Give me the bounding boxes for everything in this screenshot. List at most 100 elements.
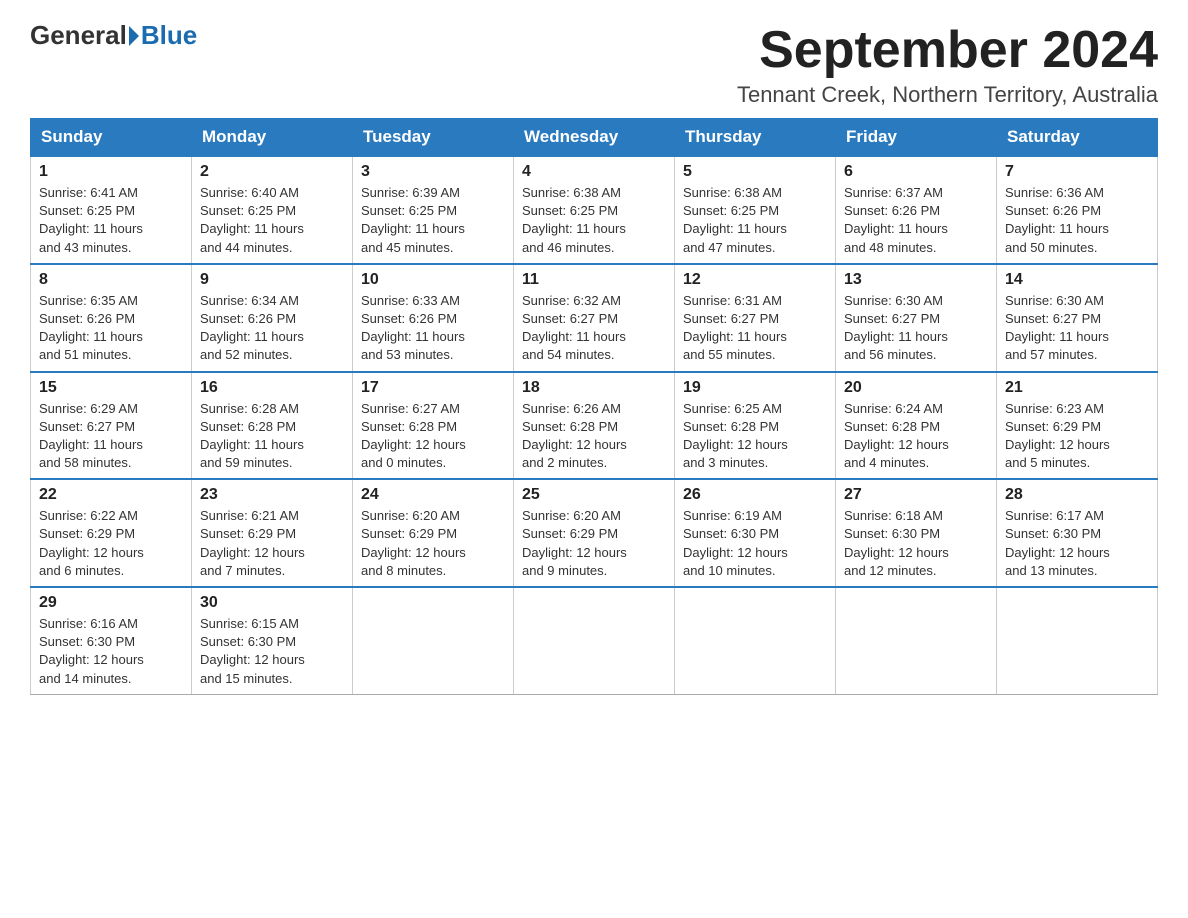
calendar-cell: 26 Sunrise: 6:19 AMSunset: 6:30 PMDaylig… [675,479,836,587]
day-number: 5 [683,163,827,181]
day-info: Sunrise: 6:30 AMSunset: 6:27 PMDaylight:… [1005,293,1109,363]
header-saturday: Saturday [997,119,1158,157]
day-number: 24 [361,486,505,504]
day-number: 8 [39,271,183,289]
day-info: Sunrise: 6:26 AMSunset: 6:28 PMDaylight:… [522,401,627,471]
day-number: 15 [39,379,183,397]
day-info: Sunrise: 6:32 AMSunset: 6:27 PMDaylight:… [522,293,626,363]
day-number: 18 [522,379,666,397]
calendar-title: September 2024 [737,20,1158,80]
calendar-cell: 2 Sunrise: 6:40 AMSunset: 6:25 PMDayligh… [192,156,353,264]
calendar-cell: 29 Sunrise: 6:16 AMSunset: 6:30 PMDaylig… [31,587,192,694]
week-row-3: 15 Sunrise: 6:29 AMSunset: 6:27 PMDaylig… [31,372,1158,480]
day-info: Sunrise: 6:20 AMSunset: 6:29 PMDaylight:… [361,508,466,578]
calendar-cell: 6 Sunrise: 6:37 AMSunset: 6:26 PMDayligh… [836,156,997,264]
calendar-cell: 18 Sunrise: 6:26 AMSunset: 6:28 PMDaylig… [514,372,675,480]
header-monday: Monday [192,119,353,157]
calendar-cell: 4 Sunrise: 6:38 AMSunset: 6:25 PMDayligh… [514,156,675,264]
day-info: Sunrise: 6:33 AMSunset: 6:26 PMDaylight:… [361,293,465,363]
calendar-cell: 14 Sunrise: 6:30 AMSunset: 6:27 PMDaylig… [997,264,1158,372]
calendar-subtitle: Tennant Creek, Northern Territory, Austr… [737,82,1158,108]
week-row-1: 1 Sunrise: 6:41 AMSunset: 6:25 PMDayligh… [31,156,1158,264]
day-info: Sunrise: 6:41 AMSunset: 6:25 PMDaylight:… [39,185,143,255]
page-header: General Blue September 2024 Tennant Cree… [30,20,1158,108]
day-number: 21 [1005,379,1149,397]
day-info: Sunrise: 6:27 AMSunset: 6:28 PMDaylight:… [361,401,466,471]
header-thursday: Thursday [675,119,836,157]
day-info: Sunrise: 6:40 AMSunset: 6:25 PMDaylight:… [200,185,304,255]
day-info: Sunrise: 6:22 AMSunset: 6:29 PMDaylight:… [39,508,144,578]
logo: General Blue [30,20,197,51]
day-number: 25 [522,486,666,504]
title-area: September 2024 Tennant Creek, Northern T… [737,20,1158,108]
day-info: Sunrise: 6:34 AMSunset: 6:26 PMDaylight:… [200,293,304,363]
day-info: Sunrise: 6:36 AMSunset: 6:26 PMDaylight:… [1005,185,1109,255]
calendar-cell: 11 Sunrise: 6:32 AMSunset: 6:27 PMDaylig… [514,264,675,372]
calendar-header-row: SundayMondayTuesdayWednesdayThursdayFrid… [31,119,1158,157]
calendar-cell [514,587,675,694]
logo-general-text: General [30,20,127,51]
day-number: 27 [844,486,988,504]
day-info: Sunrise: 6:19 AMSunset: 6:30 PMDaylight:… [683,508,788,578]
day-number: 23 [200,486,344,504]
calendar-cell: 16 Sunrise: 6:28 AMSunset: 6:28 PMDaylig… [192,372,353,480]
day-number: 30 [200,594,344,612]
calendar-cell: 3 Sunrise: 6:39 AMSunset: 6:25 PMDayligh… [353,156,514,264]
calendar-cell: 22 Sunrise: 6:22 AMSunset: 6:29 PMDaylig… [31,479,192,587]
calendar-cell [353,587,514,694]
day-number: 16 [200,379,344,397]
day-number: 6 [844,163,988,181]
day-info: Sunrise: 6:23 AMSunset: 6:29 PMDaylight:… [1005,401,1110,471]
logo-blue-text: Blue [141,20,197,51]
calendar-cell: 10 Sunrise: 6:33 AMSunset: 6:26 PMDaylig… [353,264,514,372]
day-info: Sunrise: 6:18 AMSunset: 6:30 PMDaylight:… [844,508,949,578]
calendar-cell: 12 Sunrise: 6:31 AMSunset: 6:27 PMDaylig… [675,264,836,372]
day-info: Sunrise: 6:25 AMSunset: 6:28 PMDaylight:… [683,401,788,471]
day-info: Sunrise: 6:16 AMSunset: 6:30 PMDaylight:… [39,616,144,686]
day-info: Sunrise: 6:24 AMSunset: 6:28 PMDaylight:… [844,401,949,471]
calendar-cell: 15 Sunrise: 6:29 AMSunset: 6:27 PMDaylig… [31,372,192,480]
day-number: 14 [1005,271,1149,289]
calendar-cell [836,587,997,694]
day-number: 22 [39,486,183,504]
header-sunday: Sunday [31,119,192,157]
logo-triangle-icon [129,26,139,46]
calendar-cell: 28 Sunrise: 6:17 AMSunset: 6:30 PMDaylig… [997,479,1158,587]
day-info: Sunrise: 6:37 AMSunset: 6:26 PMDaylight:… [844,185,948,255]
day-info: Sunrise: 6:30 AMSunset: 6:27 PMDaylight:… [844,293,948,363]
calendar-cell: 24 Sunrise: 6:20 AMSunset: 6:29 PMDaylig… [353,479,514,587]
day-number: 20 [844,379,988,397]
calendar-cell: 23 Sunrise: 6:21 AMSunset: 6:29 PMDaylig… [192,479,353,587]
day-info: Sunrise: 6:38 AMSunset: 6:25 PMDaylight:… [683,185,787,255]
calendar-cell: 13 Sunrise: 6:30 AMSunset: 6:27 PMDaylig… [836,264,997,372]
day-info: Sunrise: 6:29 AMSunset: 6:27 PMDaylight:… [39,401,143,471]
calendar-cell [675,587,836,694]
day-info: Sunrise: 6:21 AMSunset: 6:29 PMDaylight:… [200,508,305,578]
day-info: Sunrise: 6:35 AMSunset: 6:26 PMDaylight:… [39,293,143,363]
calendar-cell: 7 Sunrise: 6:36 AMSunset: 6:26 PMDayligh… [997,156,1158,264]
calendar-cell [997,587,1158,694]
day-number: 26 [683,486,827,504]
day-number: 10 [361,271,505,289]
day-number: 28 [1005,486,1149,504]
day-info: Sunrise: 6:39 AMSunset: 6:25 PMDaylight:… [361,185,465,255]
day-info: Sunrise: 6:28 AMSunset: 6:28 PMDaylight:… [200,401,304,471]
header-wednesday: Wednesday [514,119,675,157]
day-number: 19 [683,379,827,397]
calendar-cell: 25 Sunrise: 6:20 AMSunset: 6:29 PMDaylig… [514,479,675,587]
header-tuesday: Tuesday [353,119,514,157]
calendar-cell: 19 Sunrise: 6:25 AMSunset: 6:28 PMDaylig… [675,372,836,480]
calendar-cell: 9 Sunrise: 6:34 AMSunset: 6:26 PMDayligh… [192,264,353,372]
day-info: Sunrise: 6:17 AMSunset: 6:30 PMDaylight:… [1005,508,1110,578]
day-number: 2 [200,163,344,181]
calendar-cell: 17 Sunrise: 6:27 AMSunset: 6:28 PMDaylig… [353,372,514,480]
day-number: 4 [522,163,666,181]
calendar-cell: 5 Sunrise: 6:38 AMSunset: 6:25 PMDayligh… [675,156,836,264]
calendar-cell: 1 Sunrise: 6:41 AMSunset: 6:25 PMDayligh… [31,156,192,264]
week-row-4: 22 Sunrise: 6:22 AMSunset: 6:29 PMDaylig… [31,479,1158,587]
day-number: 29 [39,594,183,612]
header-friday: Friday [836,119,997,157]
day-number: 9 [200,271,344,289]
day-number: 12 [683,271,827,289]
day-info: Sunrise: 6:38 AMSunset: 6:25 PMDaylight:… [522,185,626,255]
